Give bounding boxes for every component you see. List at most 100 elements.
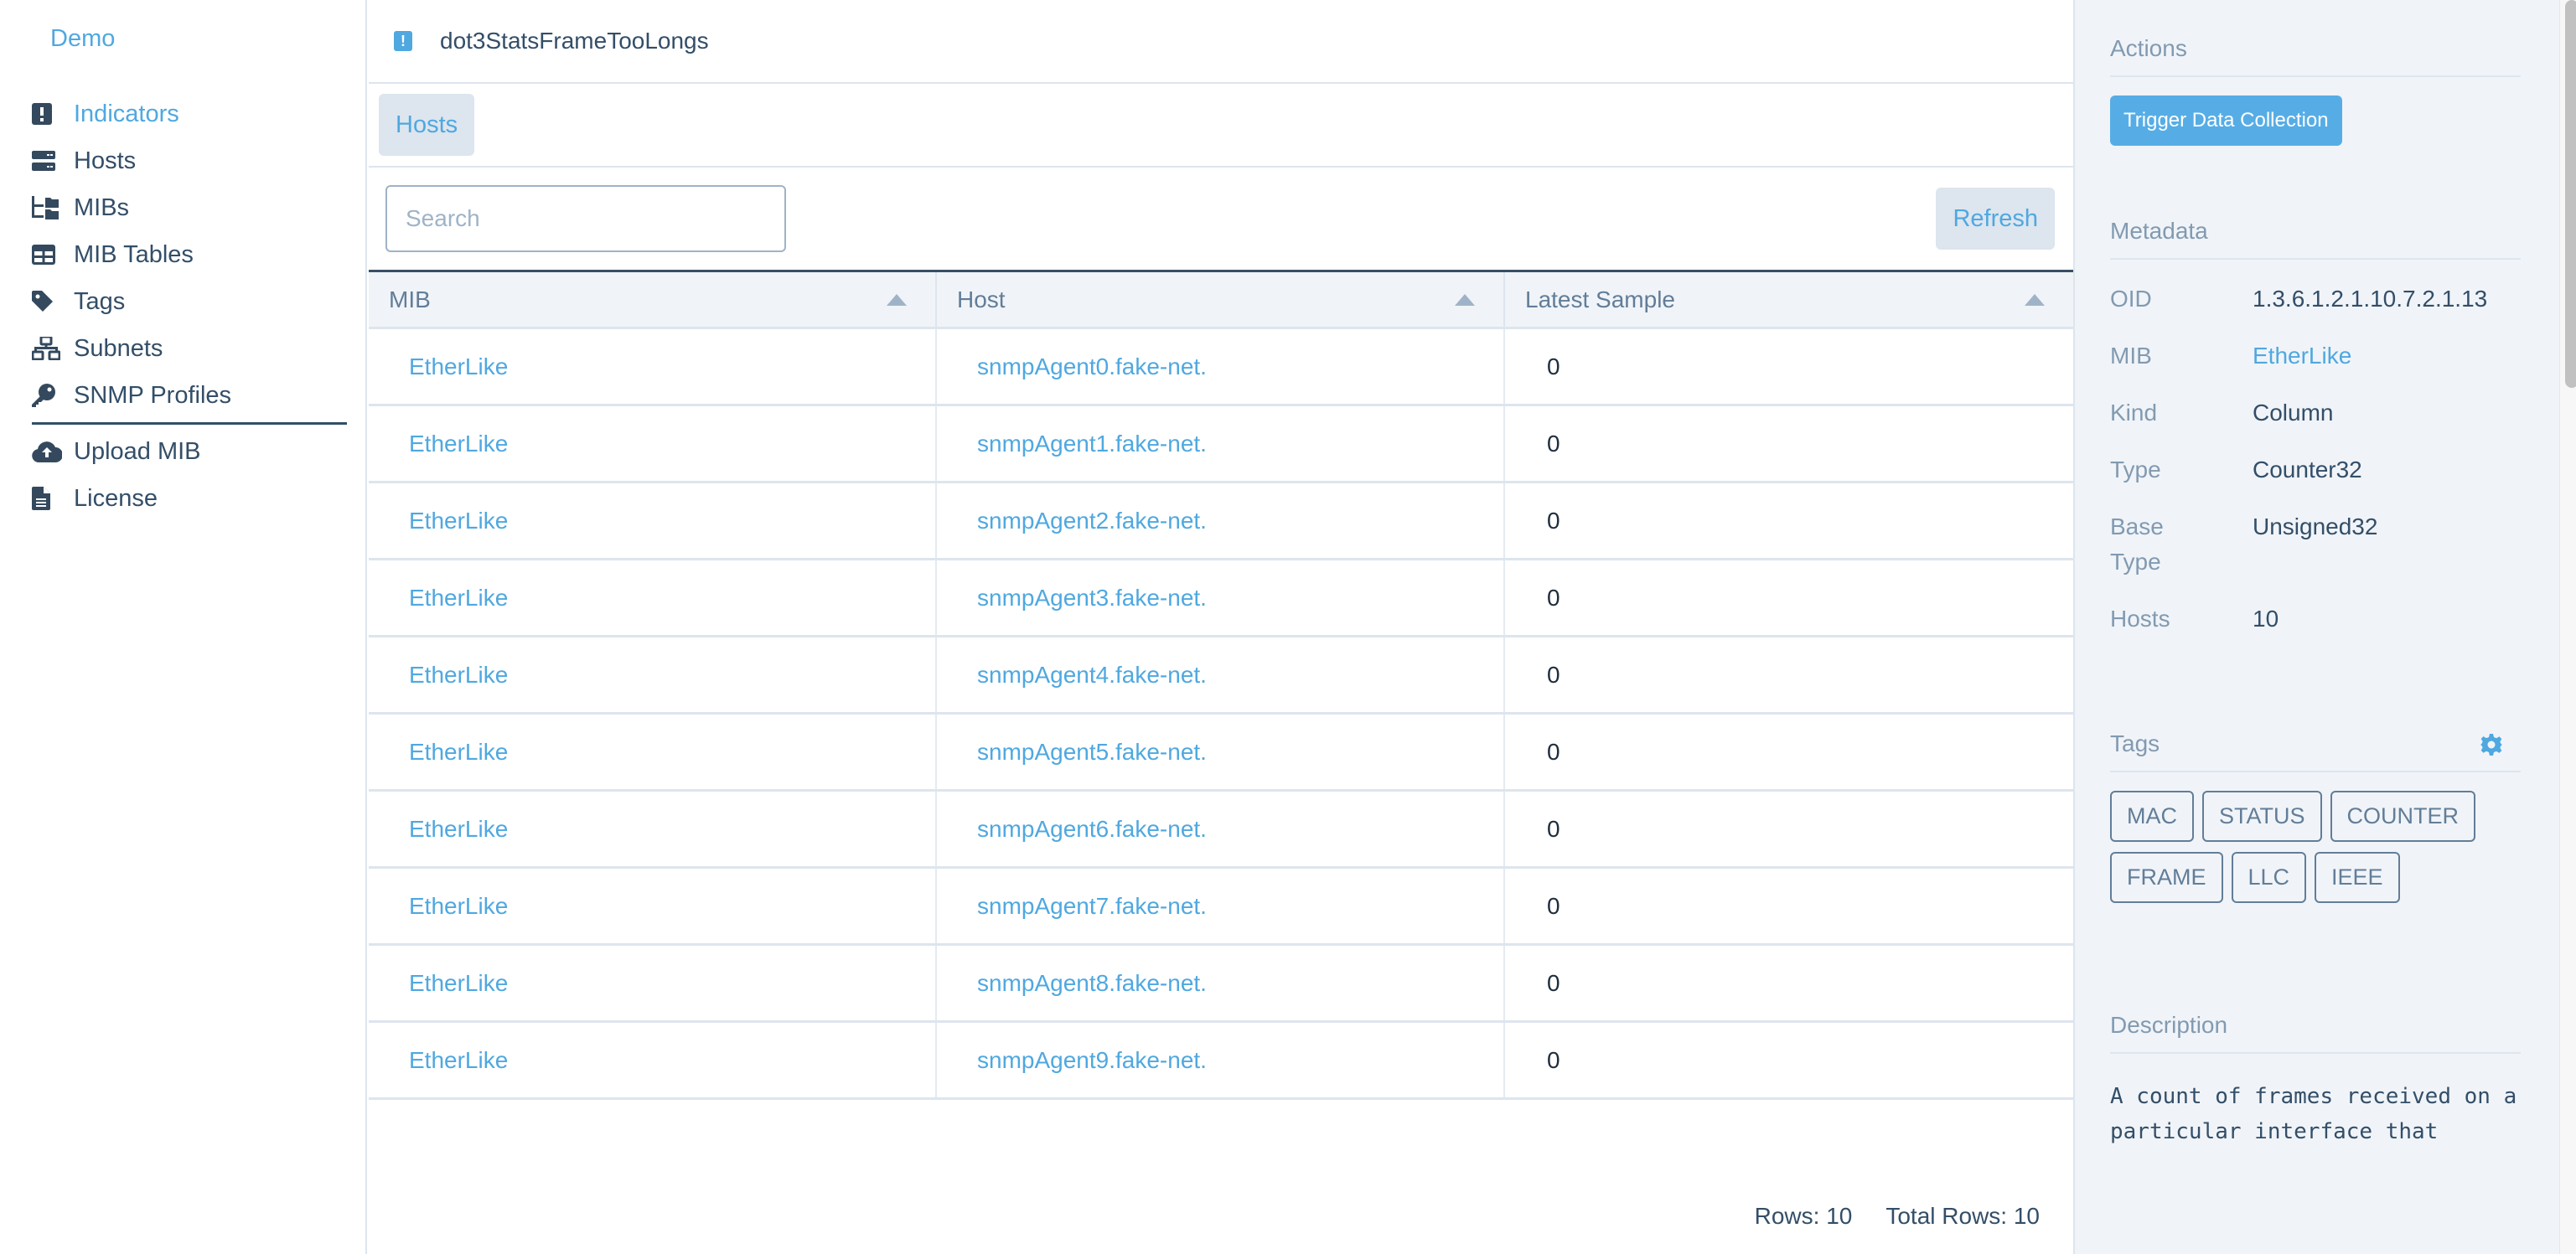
host-cell: snmpAgent8.fake-net. <box>936 944 1505 1023</box>
sidebar-item-hosts[interactable]: Hosts <box>32 137 347 184</box>
mib-cell: EtherLike <box>369 328 937 406</box>
sidebar-divider <box>32 422 347 425</box>
metadata-row-hosts: Hosts 10 <box>2110 601 2559 637</box>
tag-icon <box>32 291 74 312</box>
type-value: Counter32 <box>2253 457 2362 483</box>
sidebar-item-label: Upload MIB <box>74 437 201 465</box>
latest-sample-cell: 0 <box>1504 405 2073 483</box>
details-panel: Actions Trigger Data Collection Metadata… <box>2073 0 2559 1254</box>
server-icon <box>32 151 74 171</box>
table-row: EtherLike snmpAgent1.fake-net. 0 <box>369 405 2073 483</box>
cloud-upload-icon <box>32 441 74 462</box>
page-scrollbar[interactable] <box>2559 0 2576 1254</box>
sidebar-item-license[interactable]: License <box>32 475 347 522</box>
metadata-row-oid: OID 1.3.6.1.2.1.10.7.2.1.13 <box>2110 281 2559 317</box>
latest-sample-cell: 0 <box>1504 790 2073 869</box>
brand-link[interactable]: Demo <box>50 25 115 53</box>
search-input[interactable] <box>385 185 786 252</box>
oid-value: 1.3.6.1.2.1.10.7.2.1.13 <box>2253 286 2488 312</box>
tags-heading: Tags <box>2110 730 2521 772</box>
metadata-row-base-type: Base Type Unsigned32 <box>2110 509 2559 580</box>
table-row: EtherLike snmpAgent5.fake-net. 0 <box>369 713 2073 792</box>
host-link[interactable]: snmpAgent2.fake-net. <box>977 508 1207 534</box>
mib-link[interactable]: EtherLike <box>409 585 508 611</box>
host-link[interactable]: snmpAgent6.fake-net. <box>977 816 1207 842</box>
tag-chip[interactable]: FRAME <box>2110 852 2223 903</box>
sidebar-item-indicators[interactable]: Indicators <box>32 90 347 137</box>
sidebar-item-label: License <box>74 484 158 512</box>
description-text: A count of frames received on a particul… <box>2110 1084 2517 1144</box>
host-link[interactable]: snmpAgent8.fake-net. <box>977 970 1207 996</box>
mib-cell: EtherLike <box>369 405 937 483</box>
tag-chip[interactable]: STATUS <box>2202 791 2322 842</box>
mib-link[interactable]: EtherLike <box>409 816 508 842</box>
sidebar-item-tags[interactable]: Tags <box>32 278 347 325</box>
folder-tree-icon <box>32 196 74 219</box>
tag-chip[interactable]: MAC <box>2110 791 2194 842</box>
trigger-data-collection-button[interactable]: Trigger Data Collection <box>2110 95 2342 146</box>
file-icon <box>32 487 74 510</box>
table-row: EtherLike snmpAgent7.fake-net. 0 <box>369 867 2073 946</box>
mib-link[interactable]: EtherLike <box>409 353 508 379</box>
sidebar-item-label: SNMP Profiles <box>74 381 232 409</box>
mib-cell: EtherLike <box>369 559 937 637</box>
mib-link[interactable]: EtherLike <box>409 1047 508 1073</box>
table-row: EtherLike snmpAgent2.fake-net. 0 <box>369 482 2073 560</box>
table-row: EtherLike snmpAgent6.fake-net. 0 <box>369 790 2073 869</box>
mib-link[interactable]: EtherLike <box>409 431 508 457</box>
latest-sample-cell: 0 <box>1504 328 2073 406</box>
sort-asc-icon[interactable] <box>2025 294 2045 306</box>
mib-link[interactable]: EtherLike <box>409 970 508 996</box>
sort-asc-icon[interactable] <box>1455 294 1475 306</box>
sidebar-item-upload-mib[interactable]: Upload MIB <box>32 428 347 475</box>
sidebar-item-subnets[interactable]: Subnets <box>32 325 347 372</box>
table-footer: Rows: 10 Total Rows: 10 <box>1755 1203 2040 1230</box>
latest-sample-cell: 0 <box>1504 944 2073 1023</box>
sidebar-item-snmp-profiles[interactable]: SNMP Profiles <box>32 372 347 419</box>
mib-link[interactable]: EtherLike <box>409 508 508 534</box>
host-link[interactable]: snmpAgent3.fake-net. <box>977 585 1207 611</box>
refresh-button[interactable]: Refresh <box>1936 188 2055 250</box>
tag-chip[interactable]: LLC <box>2231 852 2307 903</box>
metadata-list: OID 1.3.6.1.2.1.10.7.2.1.13 MIB EtherLik… <box>2110 281 2559 637</box>
gear-icon[interactable] <box>2480 734 2502 761</box>
mib-link[interactable]: EtherLike <box>409 739 508 765</box>
scrollbar-thumb[interactable] <box>2565 0 2576 388</box>
column-header-host[interactable]: Host <box>936 271 1505 329</box>
table-row: EtherLike snmpAgent0.fake-net. 0 <box>369 328 2073 406</box>
mib-link[interactable]: EtherLike <box>2253 343 2351 369</box>
column-header-mib[interactable]: MIB <box>369 271 937 329</box>
sidebar-item-label: Hosts <box>74 147 137 174</box>
key-icon <box>32 384 74 407</box>
column-header-latest-sample[interactable]: Latest Sample <box>1504 271 2073 329</box>
sort-asc-icon[interactable] <box>887 294 907 306</box>
mib-cell: EtherLike <box>369 713 937 792</box>
tab-hosts[interactable]: Hosts <box>379 94 475 156</box>
host-link[interactable]: snmpAgent1.fake-net. <box>977 431 1207 457</box>
mib-cell: EtherLike <box>369 790 937 869</box>
host-link[interactable]: snmpAgent5.fake-net. <box>977 739 1207 765</box>
main-content: ! dot3StatsFrameTooLongs Hosts Refresh M… <box>369 0 2073 1254</box>
host-link[interactable]: snmpAgent4.fake-net. <box>977 662 1207 688</box>
host-link[interactable]: snmpAgent7.fake-net. <box>977 893 1207 919</box>
host-link[interactable]: snmpAgent9.fake-net. <box>977 1047 1207 1073</box>
sidebar-item-mibs[interactable]: MIBs <box>32 184 347 231</box>
actions-heading: Actions <box>2110 35 2521 77</box>
metadata-row-kind: Kind Column <box>2110 395 2559 431</box>
tag-list: MAC STATUS COUNTER FRAME LLC IEEE <box>2110 791 2521 903</box>
tag-chip[interactable]: COUNTER <box>2330 791 2476 842</box>
sidebar-item-mib-tables[interactable]: MIB Tables <box>32 231 347 278</box>
host-cell: snmpAgent1.fake-net. <box>936 405 1505 483</box>
host-cell: snmpAgent5.fake-net. <box>936 713 1505 792</box>
mib-link[interactable]: EtherLike <box>409 893 508 919</box>
tag-chip[interactable]: IEEE <box>2315 852 2400 903</box>
table-icon <box>32 245 74 265</box>
latest-sample-cell: 0 <box>1504 713 2073 792</box>
mib-link[interactable]: EtherLike <box>409 662 508 688</box>
table-row: EtherLike snmpAgent4.fake-net. 0 <box>369 636 2073 715</box>
latest-sample-cell: 0 <box>1504 1021 2073 1100</box>
sidebar-item-label: MIB Tables <box>74 240 194 268</box>
base-type-value: Unsigned32 <box>2253 513 2378 539</box>
host-link[interactable]: snmpAgent0.fake-net. <box>977 353 1207 379</box>
table-row: EtherLike snmpAgent3.fake-net. 0 <box>369 559 2073 637</box>
